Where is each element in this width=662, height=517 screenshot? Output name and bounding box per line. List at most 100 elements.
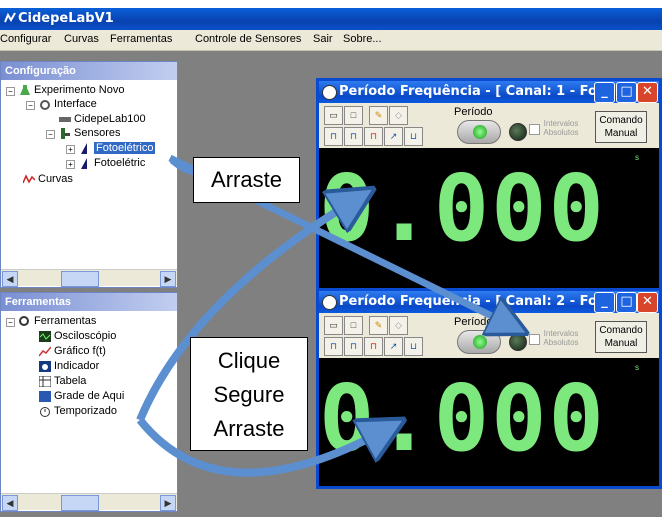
absolute-intervals-checkbox[interactable] xyxy=(529,124,540,135)
period-play-button[interactable] xyxy=(457,330,501,354)
click-hold-drag-callout: Clique Segure Arraste xyxy=(190,337,308,451)
scroll-thumb[interactable] xyxy=(61,271,99,287)
manual-command-button[interactable]: Comando Manual xyxy=(595,111,647,143)
collapse-toggle[interactable]: − xyxy=(6,87,15,96)
manual-command-button[interactable]: Comando Manual xyxy=(595,321,647,353)
window-toolbar: ▭ □ ✎ ◇ ⊓ ⊓ ⊓ ↗ ⊔ Período Intervalos Abs… xyxy=(319,313,659,358)
mode-4-icon[interactable]: ↗ xyxy=(384,337,403,356)
tree-item-experiment[interactable]: Experimento Novo xyxy=(19,84,125,96)
tree-item-device[interactable]: CidepeLab100 xyxy=(59,113,146,125)
window-tool-icon[interactable]: □ xyxy=(344,316,363,335)
edit-tool-icon[interactable]: ✎ xyxy=(369,106,388,125)
stopwatch-icon xyxy=(40,407,50,417)
mode-label: Período xyxy=(454,106,493,118)
menu-controle-sensores[interactable]: Controle de Sensores xyxy=(195,33,301,45)
tools-icon xyxy=(19,316,29,326)
curve-icon xyxy=(23,174,35,184)
window-titlebar[interactable]: Período Frequência - [ Canal: 2 - Fo... … xyxy=(319,291,659,313)
mode-3-icon[interactable]: ⊓ xyxy=(364,127,383,146)
expand-toggle[interactable]: + xyxy=(66,145,75,154)
unit-label: s xyxy=(635,363,639,372)
tree-item-curves[interactable]: Curvas xyxy=(23,173,73,185)
absolute-intervals-label: Intervalos Absolutos xyxy=(543,119,579,137)
select-tool-icon[interactable]: ▭ xyxy=(324,106,343,125)
close-button[interactable]: ✕ xyxy=(637,292,658,313)
maximize-button[interactable]: □ xyxy=(616,82,637,103)
window-toolbar: ▭ □ ✎ ◇ ⊓ ⊓ ⊓ ↗ ⊔ Período Intervalos Abs… xyxy=(319,103,659,148)
mode-label: Período xyxy=(454,316,493,328)
close-button[interactable]: ✕ xyxy=(637,82,658,103)
maximize-button[interactable]: □ xyxy=(616,292,637,313)
config-panel: Configuração − Experimento Novo − Interf… xyxy=(0,61,178,288)
stopwatch-icon xyxy=(322,85,337,100)
scroll-left-icon[interactable]: ◀ xyxy=(2,271,18,287)
tree-item-sensor-2[interactable]: Fotoelétric xyxy=(79,157,145,169)
drag-callout: Arraste xyxy=(193,157,300,203)
tree-item-graph[interactable]: Gráfico f(t) xyxy=(39,345,106,357)
menu-configurar[interactable]: Configurar xyxy=(0,33,51,45)
menu-ferramentas[interactable]: Ferramentas xyxy=(110,33,172,45)
sensors-icon xyxy=(61,128,70,139)
menu-curvas[interactable]: Curvas xyxy=(64,33,99,45)
value-readout: 0.000 xyxy=(319,155,606,262)
scroll-thumb[interactable] xyxy=(61,495,99,511)
tree-item-indicator[interactable]: Indicador xyxy=(39,360,99,372)
absolute-intervals-label: Intervalos Absolutos xyxy=(543,329,579,347)
tools-panel-title: Ferramentas xyxy=(1,293,177,311)
tree-item-sensor-1[interactable]: Fotoelétrico xyxy=(79,142,156,154)
absolute-intervals-checkbox[interactable] xyxy=(529,334,540,345)
play-icon xyxy=(473,125,487,139)
mode-2-icon[interactable]: ⊓ xyxy=(344,127,363,146)
eraser-tool-icon[interactable]: ◇ xyxy=(389,316,408,335)
edit-tool-icon[interactable]: ✎ xyxy=(369,316,388,335)
app-icon xyxy=(4,12,16,23)
mode-4-icon[interactable]: ↗ xyxy=(384,127,403,146)
mode-3-icon[interactable]: ⊓ xyxy=(364,337,383,356)
mode-5-icon[interactable]: ⊔ xyxy=(404,337,423,356)
flask-icon xyxy=(20,85,30,95)
menu-sobre[interactable]: Sobre... xyxy=(343,33,382,45)
mode-1-icon[interactable]: ⊓ xyxy=(324,127,343,146)
tree-item-timer[interactable]: Temporizado xyxy=(39,405,117,417)
period-frequency-window-2: Período Frequência - [ Canal: 2 - Fo... … xyxy=(316,288,662,489)
collapse-toggle[interactable]: − xyxy=(46,130,55,139)
eraser-tool-icon[interactable]: ◇ xyxy=(389,106,408,125)
minimize-button[interactable]: _ xyxy=(594,82,615,103)
window-title: Período Frequência - [ Canal: 2 - Fo... xyxy=(339,294,612,309)
app-title: CidepeLabV1 xyxy=(18,11,114,26)
period-play-button[interactable] xyxy=(457,120,501,144)
tree-item-table[interactable]: Tabela xyxy=(39,375,86,387)
mode-5-icon[interactable]: ⊔ xyxy=(404,127,423,146)
expand-toggle[interactable]: + xyxy=(66,160,75,169)
window-titlebar[interactable]: Período Frequência - [ Canal: 1 - Fo... … xyxy=(319,81,659,103)
scroll-left-icon[interactable]: ◀ xyxy=(2,495,18,511)
horizontal-scrollbar[interactable]: ◀ ▶ xyxy=(1,493,177,511)
tree-item-sensors[interactable]: Sensores xyxy=(59,127,120,139)
scroll-right-icon[interactable]: ▶ xyxy=(160,271,176,287)
collapse-toggle[interactable]: − xyxy=(6,318,15,327)
minimize-button[interactable]: _ xyxy=(594,292,615,313)
tree-item-acquisition-grid[interactable]: Grade de Aqui xyxy=(39,390,124,402)
scroll-right-icon[interactable]: ▶ xyxy=(160,495,176,511)
tree-item-oscilloscope[interactable]: Osciloscópio xyxy=(39,330,116,342)
menu-sair[interactable]: Sair xyxy=(313,33,333,45)
status-led xyxy=(509,333,527,351)
oscilloscope-icon xyxy=(39,331,51,342)
unit-label: s xyxy=(635,153,639,162)
graph-icon xyxy=(39,346,51,357)
tree-item-interface[interactable]: Interface xyxy=(39,98,97,110)
callout-line: Segure xyxy=(213,382,285,407)
mode-1-icon[interactable]: ⊓ xyxy=(324,337,343,356)
select-tool-icon[interactable]: ▭ xyxy=(324,316,343,335)
horizontal-scrollbar[interactable]: ◀ ▶ xyxy=(1,269,177,287)
collapse-toggle[interactable]: − xyxy=(26,101,35,110)
window-tool-icon[interactable]: □ xyxy=(344,106,363,125)
stopwatch-icon xyxy=(322,295,337,310)
value-display: 0.000 s xyxy=(319,358,659,486)
config-panel-title: Configuração xyxy=(1,62,177,80)
mode-2-icon[interactable]: ⊓ xyxy=(344,337,363,356)
app-titlebar: CidepeLabV1 xyxy=(0,8,662,30)
menu-bar: Configurar Curvas Ferramentas Controle d… xyxy=(0,30,662,51)
tree-item-tools[interactable]: Ferramentas xyxy=(19,315,96,327)
period-frequency-window-1: Período Frequência - [ Canal: 1 - Fo... … xyxy=(316,78,662,294)
